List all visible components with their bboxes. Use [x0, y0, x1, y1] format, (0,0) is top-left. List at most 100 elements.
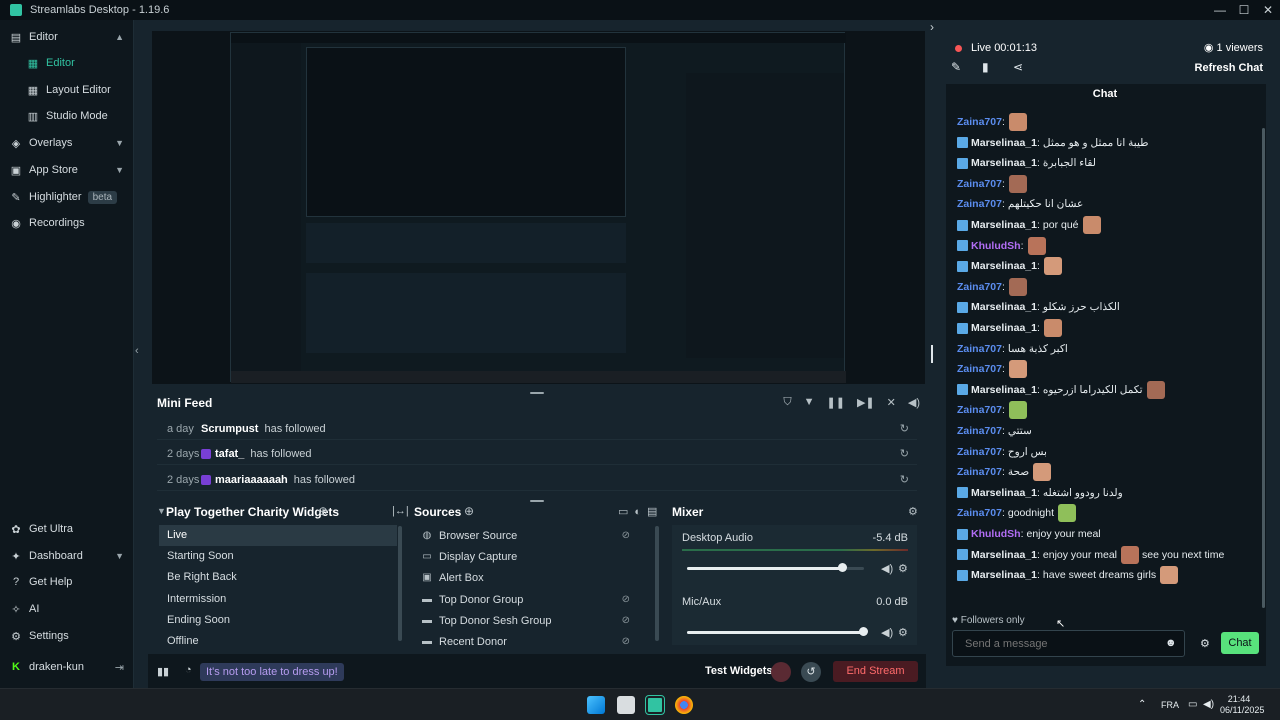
maximize-button[interactable]: ☐	[1232, 0, 1256, 20]
chat-username[interactable]: Zaina707	[957, 116, 1002, 128]
scene-item[interactable]: Starting Soon	[159, 546, 397, 567]
repeat-alert-icon[interactable]: ↻	[900, 422, 909, 435]
chat-username[interactable]: Zaina707	[957, 198, 1002, 210]
sidebar-user[interactable]: K draken-kun ⇥	[0, 655, 134, 679]
chat-username[interactable]: Zaina707	[957, 281, 1002, 293]
chat-username[interactable]: Zaina707	[957, 404, 1002, 416]
source-item[interactable]: ▬ Recent Donor ⊘	[416, 631, 656, 652]
chat-username[interactable]: Marselinaa_1	[971, 219, 1037, 231]
source-item[interactable]: ▬ Top Donor Group ⊘	[416, 589, 656, 610]
chat-username[interactable]: KhuludSh	[971, 528, 1021, 540]
mixer-gear-icon[interactable]: ⚙	[908, 505, 918, 518]
chat-username[interactable]: Zaina707	[957, 466, 1002, 478]
source-item[interactable]: ▬ Top Donor Sesh Group ⊘	[416, 610, 656, 631]
sidebar-item-settings[interactable]: ⚙ Settings	[0, 624, 134, 648]
panel-resize-handle[interactable]	[931, 345, 933, 363]
resize-handle[interactable]	[530, 500, 544, 502]
desktop-audio-slider[interactable]	[687, 563, 864, 572]
sources-scrollbar[interactable]	[655, 526, 659, 641]
chat-username[interactable]: Zaina707	[957, 425, 1002, 437]
chat-scrollbar[interactable]	[1262, 128, 1265, 608]
sidebar-item-layout-editor[interactable]: ▦ Layout Editor	[0, 78, 134, 102]
chat-username[interactable]: Marselinaa_1	[971, 137, 1037, 149]
add-scene-icon[interactable]: ⊕	[318, 504, 328, 518]
scenes-title[interactable]: Play Together Charity Widgets	[166, 505, 339, 519]
mic-aux-slider[interactable]	[687, 627, 868, 636]
chat-username[interactable]: Zaina707	[957, 178, 1002, 190]
network-icon[interactable]: ▭	[1188, 699, 1197, 710]
slider-thumb[interactable]	[837, 563, 847, 572]
sidebar-item-editor[interactable]: ▤ Editor ▲	[0, 25, 134, 49]
chat-username[interactable]: KhuludSh	[971, 240, 1021, 252]
chat-username[interactable]: Marselinaa_1	[971, 569, 1037, 581]
record-button[interactable]	[771, 662, 791, 682]
close-button[interactable]: ✕	[1256, 0, 1280, 20]
chat-username[interactable]: Marselinaa_1	[971, 260, 1037, 272]
scenes-scrollbar[interactable]	[398, 526, 402, 641]
windows-start-icon[interactable]	[587, 696, 605, 714]
chat-username[interactable]: Zaina707	[957, 363, 1002, 375]
scene-item[interactable]: Be Right Back	[159, 567, 397, 588]
chat-message-input[interactable]	[952, 630, 1185, 657]
channel-gear-icon[interactable]: ⚙	[898, 626, 908, 639]
source-item[interactable]: ◍ Browser Source ⊘	[416, 525, 656, 546]
clock[interactable]: 21:44 06/11/2025	[1220, 694, 1264, 716]
sidebar-item-studio-mode[interactable]: ▥ Studio Mode	[0, 104, 134, 128]
chat-username[interactable]: Marselinaa_1	[971, 384, 1037, 396]
slider-thumb[interactable]	[859, 627, 868, 636]
hidden-eye-icon[interactable]: ⊘	[622, 636, 630, 647]
sidebar-item-get-ultra[interactable]: ✿ Get Ultra	[0, 517, 134, 541]
repeat-alert-icon[interactable]: ↻	[900, 473, 909, 486]
filter-icon[interactable]: ▼	[804, 396, 815, 409]
minimize-button[interactable]: —	[1208, 0, 1232, 20]
skip-icon[interactable]: ▶❚	[857, 396, 875, 409]
sidebar-item-app-store[interactable]: ▣ App Store ▼	[0, 158, 134, 182]
chat-username[interactable]: Zaina707	[957, 343, 1002, 355]
sidebar-item-recordings[interactable]: ◉ Recordings	[0, 211, 134, 235]
scene-item[interactable]: Offline	[159, 631, 397, 652]
mute-alerts-icon[interactable]: ✕	[887, 396, 896, 409]
scene-item[interactable]: Intermission	[159, 589, 397, 610]
logout-icon[interactable]: ⇥	[115, 661, 124, 674]
end-stream-button[interactable]: End Stream	[833, 661, 918, 682]
volume-tray-icon[interactable]: ◀)	[1203, 699, 1214, 710]
source-toolbar-icons[interactable]: ▭◐▤	[618, 505, 663, 518]
input-language[interactable]: FRA	[1161, 700, 1179, 710]
add-source-icon[interactable]: ⊕	[464, 504, 474, 518]
hidden-eye-icon[interactable]: ⊘	[622, 615, 630, 626]
hidden-eye-icon[interactable]: ⊘	[622, 594, 630, 605]
chat-username[interactable]: Marselinaa_1	[971, 157, 1037, 169]
chat-username[interactable]: Marselinaa_1	[971, 301, 1037, 313]
chat-username[interactable]: Zaina707	[957, 446, 1002, 458]
repeat-alert-icon[interactable]: ↻	[900, 447, 909, 460]
speaker-icon[interactable]: ◀)	[881, 562, 893, 575]
pause-icon[interactable]: ❚❚	[827, 396, 845, 409]
sidebar-item-highlighter[interactable]: ✎ Highlighter beta	[0, 185, 134, 209]
chat-username[interactable]: Marselinaa_1	[971, 322, 1037, 334]
tray-chevron-up-icon[interactable]: ⌃	[1138, 699, 1146, 710]
sidebar-item-editor-sub[interactable]: ▦ Editor	[0, 51, 134, 75]
notification-icon[interactable]: ◔	[185, 664, 192, 676]
scene-item-live[interactable]: Live	[159, 525, 397, 546]
edit-stream-info-icon[interactable]: ✎	[951, 60, 961, 74]
chat-username[interactable]: Marselinaa_1	[971, 549, 1037, 561]
chat-username[interactable]: Zaina707	[957, 507, 1002, 519]
stream-preview[interactable]	[152, 31, 925, 384]
source-item[interactable]: ▭ Display Capture	[416, 546, 656, 567]
channel-gear-icon[interactable]: ⚙	[898, 562, 908, 575]
hidden-eye-icon[interactable]: ⊘	[622, 530, 630, 541]
sidebar-item-ai[interactable]: ✧ AI	[0, 597, 134, 621]
shield-icon[interactable]: ⛉	[783, 396, 791, 409]
chat-send-button[interactable]: Chat	[1221, 632, 1259, 654]
refresh-chat-button[interactable]: Refresh Chat	[1195, 62, 1263, 74]
performance-bars-icon[interactable]: ▮▮	[157, 665, 169, 678]
sidebar-item-dashboard[interactable]: ✦ Dashboard ▼	[0, 544, 134, 568]
notification-pill[interactable]: It's not too late to dress up!	[200, 663, 344, 681]
streamlabs-taskbar-icon[interactable]	[645, 695, 665, 715]
collapse-panel-icon[interactable]: |↔|	[392, 505, 409, 517]
share-icon[interactable]: ⋖	[1013, 60, 1023, 74]
chat-username[interactable]: Marselinaa_1	[971, 487, 1037, 499]
collapse-left-arrow-icon[interactable]: ‹	[135, 345, 139, 357]
source-item[interactable]: ▣ Alert Box	[416, 567, 656, 588]
sidebar-item-overlays[interactable]: ◈ Overlays ▼	[0, 131, 134, 155]
